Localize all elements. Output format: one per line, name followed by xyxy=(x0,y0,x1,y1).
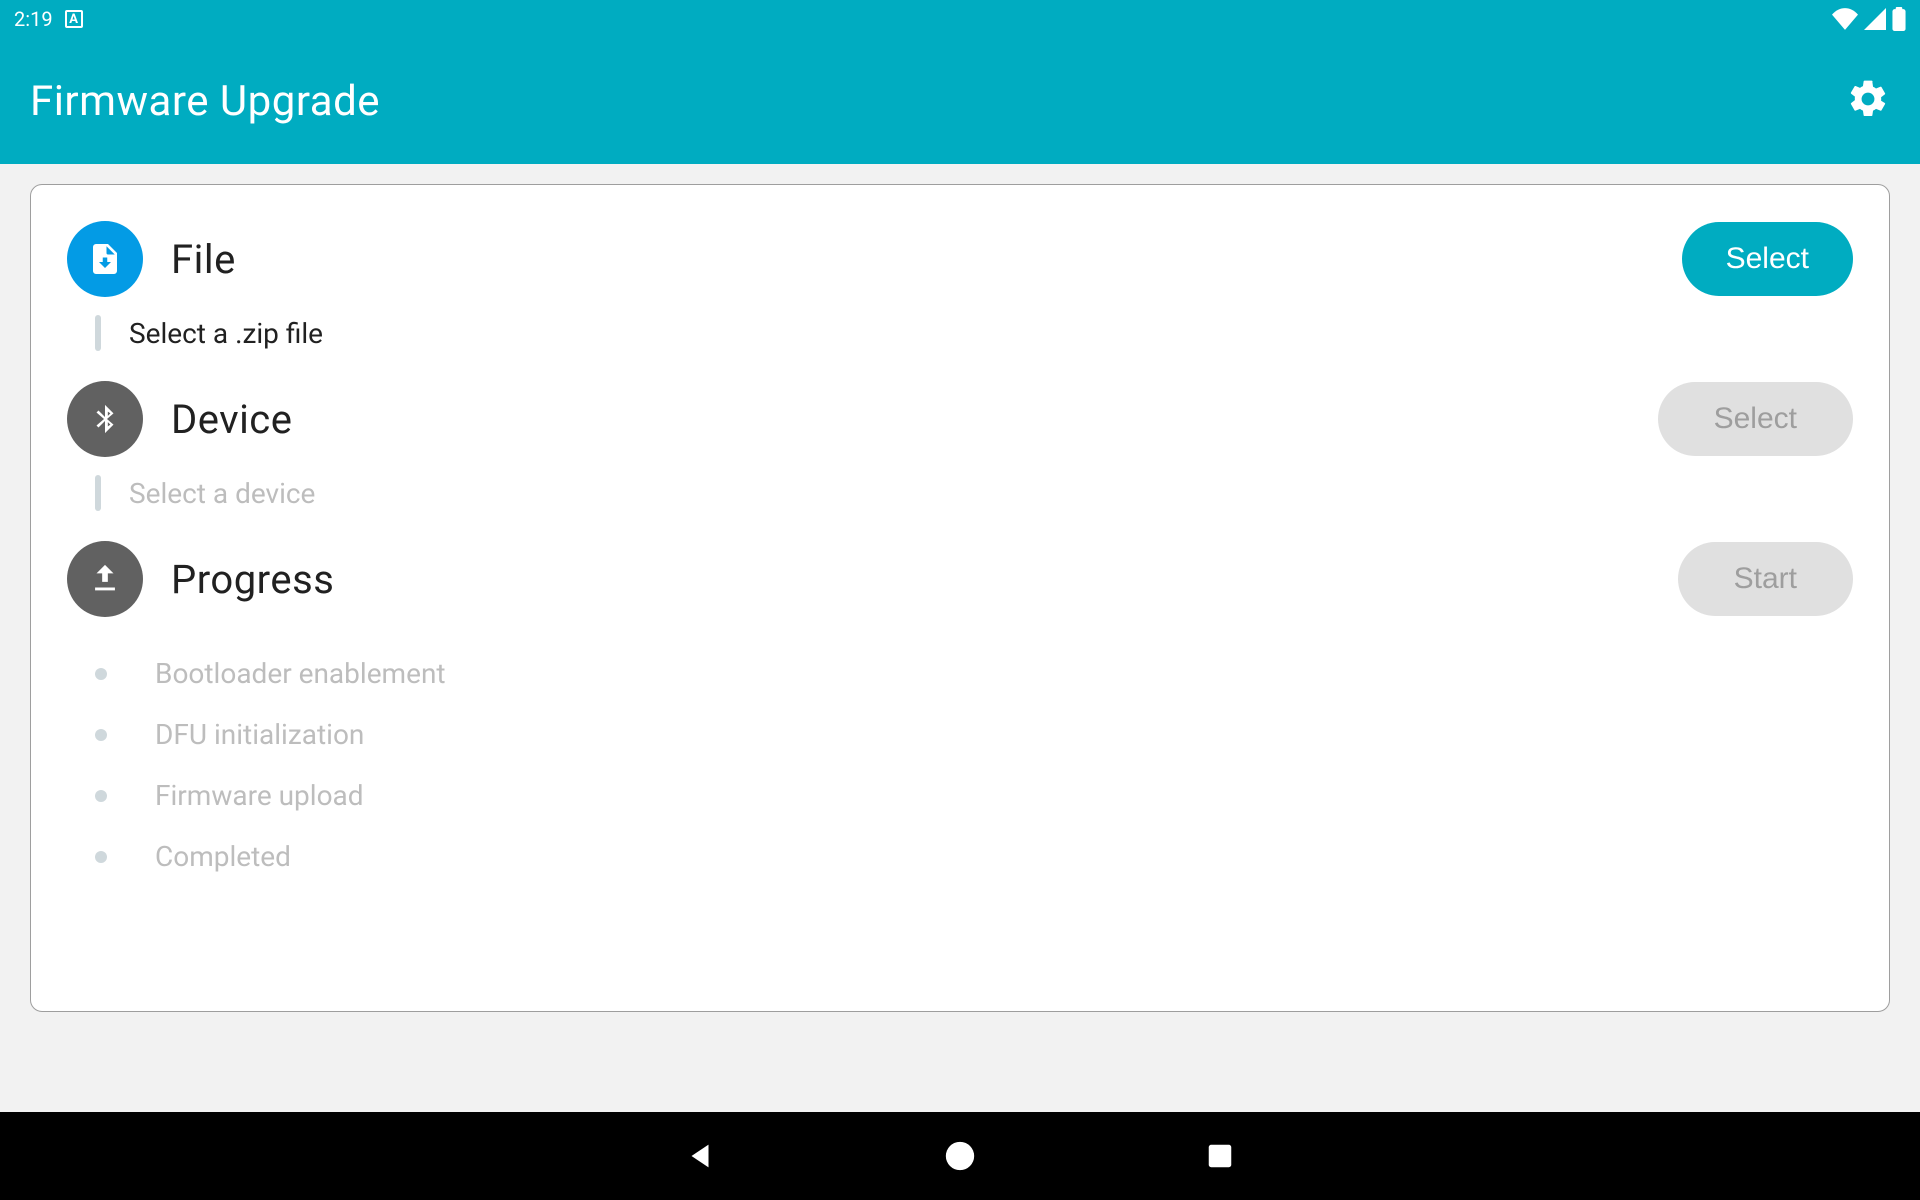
home-icon xyxy=(943,1139,977,1173)
status-bar: 2:19 A xyxy=(0,0,1920,38)
file-section-header: File Select xyxy=(67,221,1853,297)
start-button[interactable]: Start xyxy=(1678,542,1853,616)
progress-step: DFU initialization xyxy=(95,718,1853,751)
back-button[interactable] xyxy=(680,1136,720,1176)
step-dot-icon xyxy=(95,790,107,802)
progress-step: Completed xyxy=(95,840,1853,873)
device-title: Device xyxy=(171,396,1630,443)
home-button[interactable] xyxy=(940,1136,980,1176)
page-title: Firmware Upgrade xyxy=(30,77,380,126)
device-section-header: Device Select xyxy=(67,381,1853,457)
battery-icon xyxy=(1892,7,1906,31)
status-time: 2:19 xyxy=(14,7,53,31)
bluetooth-icon xyxy=(67,381,143,457)
signal-icon xyxy=(1864,8,1886,30)
file-hint-row: Select a .zip file xyxy=(67,315,1853,351)
step-label: DFU initialization xyxy=(155,718,364,751)
gear-icon xyxy=(1846,77,1890,121)
progress-title: Progress xyxy=(171,556,1650,603)
device-hint: Select a device xyxy=(129,477,315,510)
navigation-bar xyxy=(0,1112,1920,1200)
device-select-button[interactable]: Select xyxy=(1658,382,1853,456)
indicator-bar xyxy=(95,315,101,351)
file-title: File xyxy=(171,236,1654,283)
device-hint-row: Select a device xyxy=(67,475,1853,511)
progress-step: Firmware upload xyxy=(95,779,1853,812)
recents-icon xyxy=(1205,1141,1235,1171)
step-dot-icon xyxy=(95,668,107,680)
back-icon xyxy=(683,1139,717,1173)
recents-button[interactable] xyxy=(1200,1136,1240,1176)
file-icon xyxy=(67,221,143,297)
wifi-icon xyxy=(1832,8,1858,30)
app-bar: Firmware Upgrade xyxy=(0,38,1920,164)
upload-icon xyxy=(67,541,143,617)
step-dot-icon xyxy=(95,729,107,741)
keyboard-icon: A xyxy=(65,10,83,28)
step-label: Firmware upload xyxy=(155,779,364,812)
main-card: File Select Select a .zip file Device Se… xyxy=(30,184,1890,1012)
file-hint: Select a .zip file xyxy=(129,317,323,350)
indicator-bar xyxy=(95,475,101,511)
step-label: Completed xyxy=(155,840,291,873)
step-label: Bootloader enablement xyxy=(155,657,446,690)
progress-step: Bootloader enablement xyxy=(95,657,1853,690)
file-select-button[interactable]: Select xyxy=(1682,222,1853,296)
progress-section-header: Progress Start xyxy=(67,541,1853,617)
progress-steps: Bootloader enablement DFU initialization… xyxy=(67,657,1853,873)
step-dot-icon xyxy=(95,851,107,863)
status-icons xyxy=(1832,7,1906,31)
settings-button[interactable] xyxy=(1846,77,1890,125)
